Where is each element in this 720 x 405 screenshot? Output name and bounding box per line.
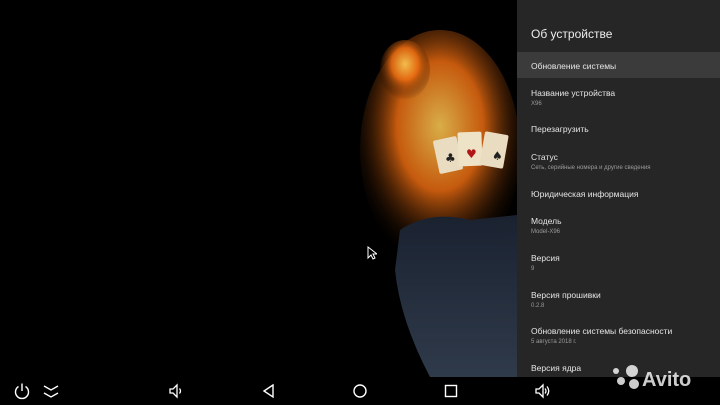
setting-label: Модель [531, 216, 562, 226]
setting-device-name[interactable]: Название устройства X96 [517, 80, 720, 114]
volume-down-button[interactable] [162, 377, 190, 405]
settings-panel: Об устройстве Обновление системы Названи… [517, 0, 720, 377]
back-icon [262, 383, 274, 399]
avito-wordmark: Avito [642, 369, 691, 391]
recents-button[interactable] [437, 377, 465, 405]
setting-label: Версия ядра [531, 363, 582, 373]
home-icon [353, 384, 367, 398]
svg-text:♣: ♣ [445, 151, 456, 165]
avito-watermark: Avito [610, 362, 714, 392]
setting-label: Обновление системы [531, 61, 617, 71]
setting-status[interactable]: Статус Сеть, серийные номера и другие св… [517, 145, 720, 179]
setting-value: 9 [531, 266, 535, 272]
panel-title: Об устройстве [531, 27, 613, 41]
volume-down-icon [169, 383, 182, 399]
home-button[interactable] [346, 377, 374, 405]
setting-value: X96 [531, 101, 542, 107]
volume-up-icon [535, 383, 550, 399]
back-button[interactable] [255, 377, 283, 405]
svg-text:♠: ♠ [492, 149, 503, 163]
svg-text:♥: ♥ [466, 147, 477, 161]
avito-logo-icon: Avito [613, 365, 691, 391]
setting-security-update[interactable]: Обновление системы безопасности 5 август… [517, 319, 720, 353]
setting-value: 5 августа 2018 г. [531, 339, 577, 345]
setting-value: Сеть, серийные номера и другие сведения [531, 165, 651, 171]
setting-value: Model-X96 [531, 229, 561, 235]
volume-up-button[interactable] [529, 377, 557, 405]
setting-label: Перезагрузить [531, 124, 589, 134]
setting-legal-info[interactable]: Юридическая информация [517, 181, 720, 207]
setting-version[interactable]: Версия 9 [517, 246, 720, 280]
setting-reboot[interactable]: Перезагрузить [517, 116, 720, 142]
setting-label: Версия [531, 253, 560, 263]
setting-firmware-version[interactable]: Версия прошивки 0.2.8 [517, 283, 720, 317]
power-icon [14, 383, 30, 400]
wallpaper-art: ♣ ♥ ♠ [360, 30, 517, 377]
setting-label: Обновление системы безопасности [531, 326, 673, 336]
setting-value: 0.2.8 [531, 303, 545, 309]
collapse-button[interactable] [37, 377, 65, 405]
wallpaper: ♣ ♥ ♠ [0, 0, 517, 377]
setting-label: Версия прошивки [531, 290, 601, 300]
setting-label: Название устройства [531, 88, 616, 98]
setting-system-update[interactable]: Обновление системы [517, 52, 720, 78]
mouse-cursor-icon [367, 246, 377, 260]
menu-collapse-icon [43, 385, 59, 398]
setting-label: Юридическая информация [531, 189, 639, 199]
recents-icon [444, 384, 458, 398]
power-button[interactable] [8, 377, 36, 405]
setting-model[interactable]: Модель Model-X96 [517, 209, 720, 243]
setting-label: Статус [531, 152, 558, 162]
